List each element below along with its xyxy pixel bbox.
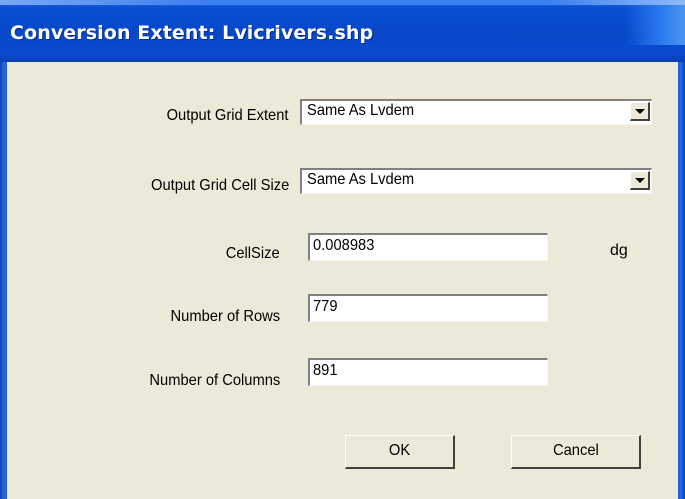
title-bar[interactable]: Conversion Extent: Lvicrivers.shp [0, 0, 685, 62]
rows-input[interactable]: 779 [308, 294, 548, 322]
output-grid-extent-dropdown-button[interactable] [630, 102, 650, 121]
output-grid-cell-size-value: Same As Lvdem [307, 171, 415, 188]
ok-button[interactable]: OK [345, 435, 455, 469]
output-grid-extent-label: Output Grid Extent [167, 107, 289, 124]
cell-size-unit: dg [610, 242, 628, 259]
cancel-button[interactable]: Cancel [511, 435, 641, 469]
window-title: Conversion Extent: Lvicrivers.shp [10, 22, 374, 44]
chevron-down-icon [635, 109, 645, 114]
output-grid-cell-size-label: Output Grid Cell Size [150, 177, 289, 194]
cell-size-label: CellSize [226, 245, 280, 262]
ok-button-label: OK [388, 442, 411, 459]
columns-input[interactable]: 891 [308, 358, 548, 386]
window-frame-left [0, 62, 7, 499]
columns-value: 891 [313, 362, 338, 379]
columns-label: Number of Columns [149, 372, 280, 389]
output-grid-cell-size-dropdown-button[interactable] [630, 171, 650, 190]
output-grid-extent-select[interactable]: Same As Lvdem [300, 99, 652, 125]
rows-label: Number of Rows [170, 308, 280, 325]
window-frame-right [678, 62, 685, 499]
cell-size-input[interactable]: 0.008983 [308, 233, 548, 261]
cancel-button-label: Cancel [552, 442, 599, 459]
cell-size-value: 0.008983 [313, 237, 375, 254]
title-bar-highlight [0, 0, 685, 5]
title-bar-corner [625, 5, 685, 45]
chevron-down-icon [635, 178, 645, 183]
output-grid-cell-size-select[interactable]: Same As Lvdem [300, 168, 652, 194]
output-grid-extent-value: Same As Lvdem [307, 102, 415, 119]
dialog-body: Output Grid Extent Same As Lvdem Output … [7, 62, 678, 499]
dialog-window: Conversion Extent: Lvicrivers.shp Output… [0, 0, 685, 499]
rows-value: 779 [313, 298, 338, 315]
